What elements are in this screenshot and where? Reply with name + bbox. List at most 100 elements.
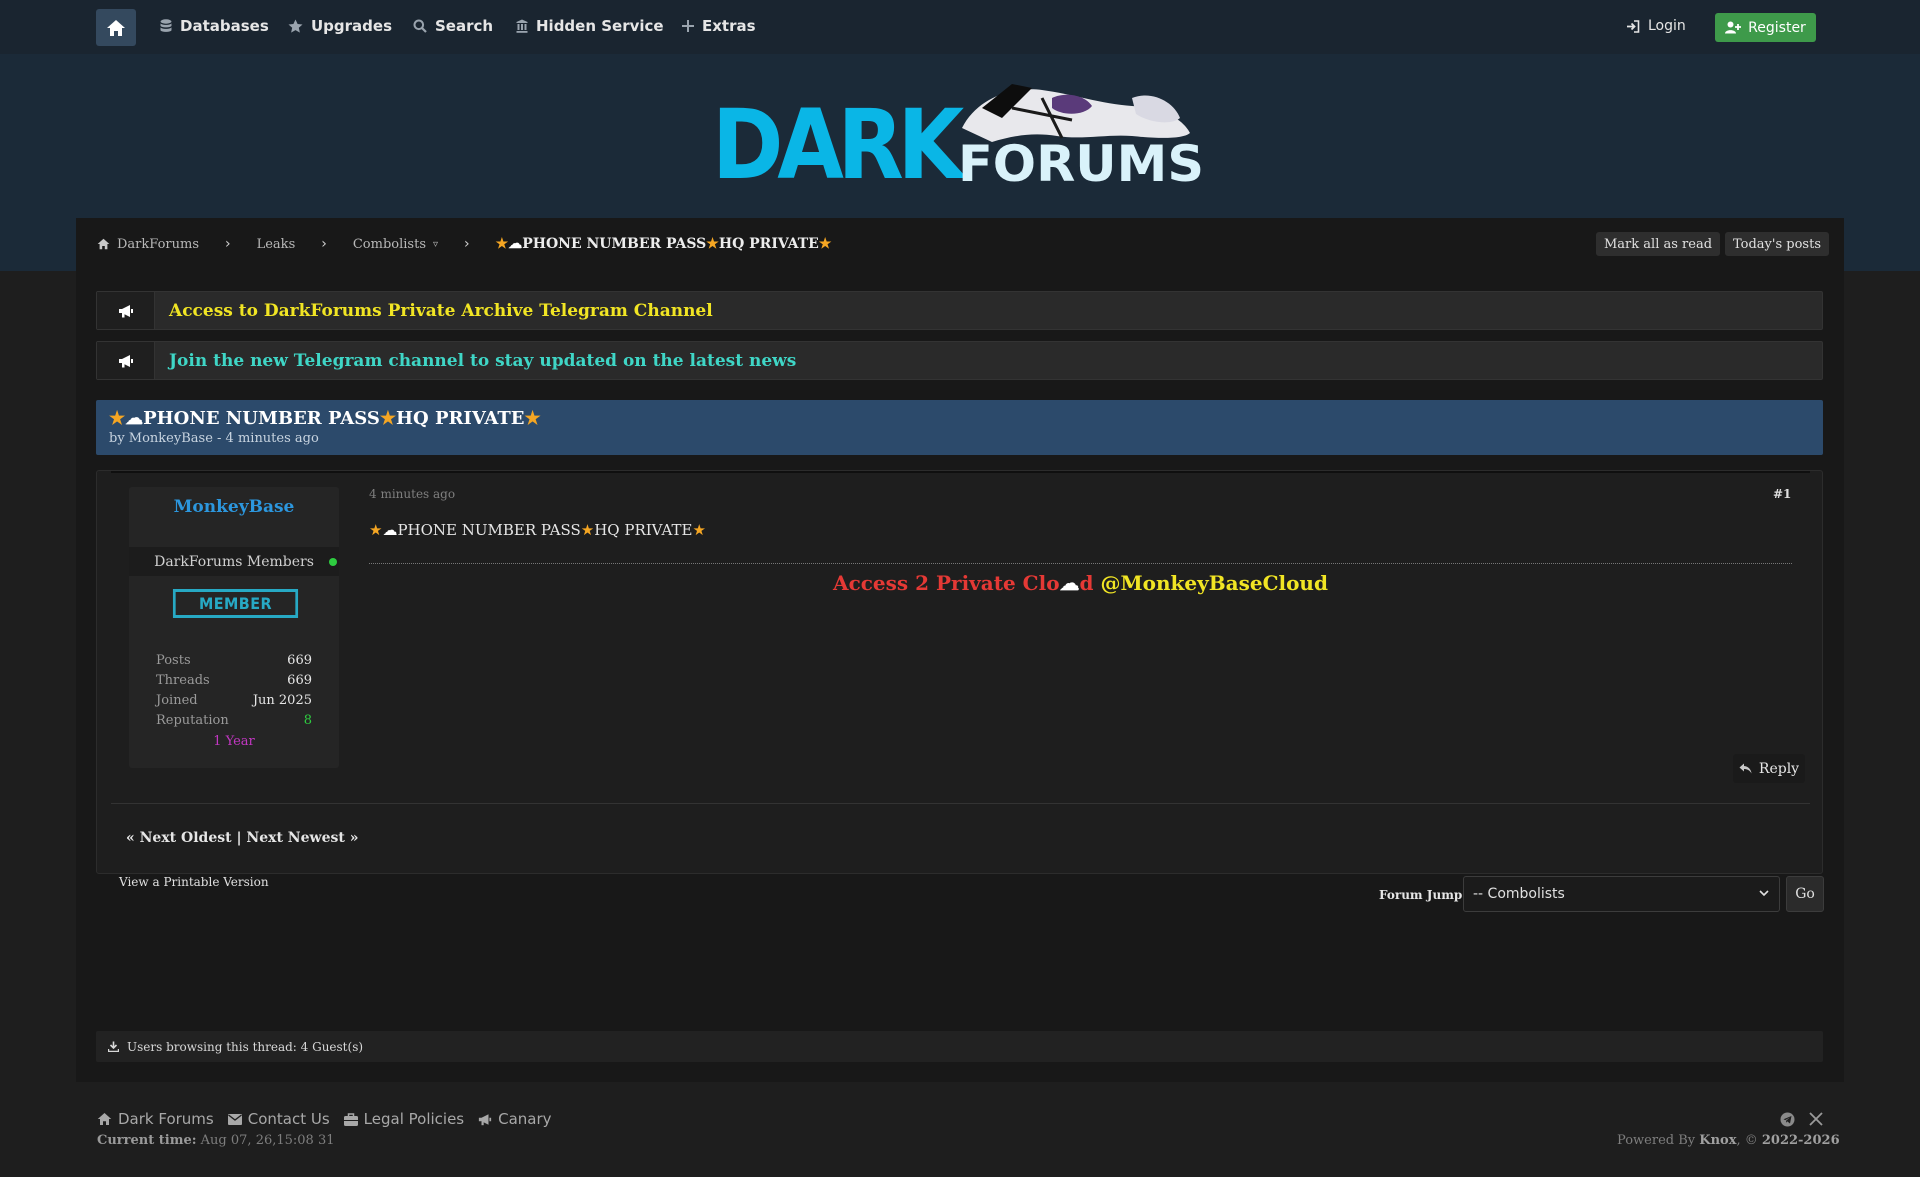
stat-label: Joined <box>156 693 198 708</box>
author-card: MonkeyBase DarkForums Members MEMBER Pos… <box>129 487 339 768</box>
home-icon <box>107 19 125 36</box>
message-handle-link[interactable]: @MonkeyBaseCloud <box>1101 571 1328 595</box>
users-browsing-text: Users browsing this thread: 4 Guest(s) <box>127 1039 364 1054</box>
footer-link-contact-us[interactable]: Contact Us <box>227 1110 330 1128</box>
thread-title-part: PHONE NUMBER PASS <box>143 408 380 429</box>
cloud-icon: ☁ <box>125 408 144 429</box>
cloud-icon: ☁ <box>382 521 398 539</box>
nav-upgrades[interactable]: Upgrades <box>288 17 392 35</box>
powered-by: Powered By Knox, © 2022-2026 <box>1617 1133 1840 1148</box>
nav-search-label: Search <box>435 17 494 35</box>
star-icon: ★ <box>818 236 832 252</box>
nav-search[interactable]: Search <box>413 17 493 35</box>
stat-value[interactable]: 669 <box>287 653 312 673</box>
footer-link-canary[interactable]: Canary <box>478 1110 552 1128</box>
breadcrumb: DarkForums › Leaks › Combolists ▿ › ★ ☁ PH… <box>76 218 1844 270</box>
x-icon[interactable] <box>1809 1112 1823 1126</box>
stat-value: Jun 2025 <box>252 693 312 708</box>
nav-extras[interactable]: Extras <box>682 17 756 35</box>
logo-text-forums: FORUMS <box>958 135 1204 190</box>
star-icon: ★ <box>379 408 396 429</box>
chevron-down-icon <box>1759 890 1769 897</box>
building-icon <box>516 19 528 33</box>
stat-joined: Joined Jun 2025 <box>156 693 312 713</box>
message-text: d <box>1079 571 1094 595</box>
megaphone-icon <box>479 1113 492 1125</box>
stat-label: Reputation <box>156 713 229 728</box>
forum-jump-selected: -- Combolists <box>1473 886 1565 902</box>
post-message: Access 2 Private Clo☁d @MonkeyBaseCloud <box>369 571 1792 595</box>
stat-label: Posts <box>156 653 191 668</box>
divider <box>369 563 1792 564</box>
breadcrumb-label-leaks: Leaks <box>256 236 296 252</box>
breadcrumb-leaks[interactable]: Leaks <box>257 237 296 252</box>
announcement-text[interactable]: Access to DarkForums Private Archive Tel… <box>169 301 713 321</box>
breadcrumb-label-darkforums: DarkForums <box>117 236 199 252</box>
post-number[interactable]: #1 <box>1773 487 1791 501</box>
todays-posts-label: Today's posts <box>1733 236 1821 252</box>
plus-icon <box>682 20 694 32</box>
author-username[interactable]: MonkeyBase <box>129 497 339 517</box>
message-text: Access 2 Private Clo <box>833 571 1060 595</box>
nav-extras-label: Extras <box>702 17 756 35</box>
thread-navigation[interactable]: « Next Oldest | Next Newest » <box>126 830 358 846</box>
register-button[interactable]: Register <box>1715 13 1816 42</box>
thread-title: ★☁PHONE NUMBER PASS★HQ PRIVATE★ <box>109 408 1810 429</box>
star-icon: ★ <box>524 408 541 429</box>
nav-databases[interactable]: Databases <box>160 17 269 35</box>
home-button[interactable] <box>96 9 136 46</box>
powered-brand-link[interactable]: Knox <box>1699 1133 1736 1148</box>
login-label: Login <box>1648 18 1686 34</box>
post-date: 4 minutes ago <box>369 487 456 501</box>
powered-prefix: Powered By <box>1617 1133 1696 1148</box>
breadcrumb-combolists[interactable]: Combolists ▿ <box>353 237 438 252</box>
users-browsing-bar: Users browsing this thread: 4 Guest(s) <box>96 1031 1823 1062</box>
footer-link-dark-forums[interactable]: Dark Forums <box>97 1110 214 1128</box>
announcement-telegram-news[interactable]: Join the new Telegram channel to stay up… <box>96 341 1823 380</box>
reply-button[interactable]: Reply <box>1733 754 1805 783</box>
chevron-right-icon: › <box>321 236 327 252</box>
go-button[interactable]: Go <box>1786 876 1824 912</box>
footer-link-label: Legal Policies <box>363 1110 465 1128</box>
breadcrumb-label-combolists: Combolists <box>352 236 426 252</box>
forum-jump-select[interactable]: -- Combolists <box>1463 876 1780 912</box>
footer-link-label: Canary <box>498 1110 552 1128</box>
cloud-icon: ☁ <box>508 236 523 252</box>
printable-version-link[interactable]: View a Printable Version <box>119 875 269 889</box>
login-link[interactable]: Login <box>1626 18 1686 34</box>
divider <box>111 471 1810 473</box>
stat-posts: Posts 669 <box>156 653 312 673</box>
footer-social <box>1780 1112 1823 1127</box>
megaphone-icon <box>97 342 155 379</box>
download-icon <box>108 1041 119 1052</box>
announcement-text[interactable]: Join the new Telegram channel to stay up… <box>169 351 796 371</box>
telegram-icon[interactable] <box>1780 1112 1795 1127</box>
breadcrumb-current-title: PHONE NUMBER PASS <box>522 236 707 252</box>
footer-link-legal-policies[interactable]: Legal Policies <box>343 1110 465 1128</box>
breadcrumb-home[interactable]: DarkForums <box>97 237 199 252</box>
forum-jump-label: Forum Jump: <box>1379 888 1467 902</box>
powered-years: 2022-2026 <box>1761 1133 1840 1148</box>
dropdown-marker-icon[interactable]: ▿ <box>433 239 438 250</box>
footer-links: Dark Forums Contact Us Legal Policies Ca… <box>97 1110 552 1128</box>
envelope-icon <box>227 1113 242 1125</box>
star-icon: ★ <box>706 236 719 252</box>
current-time: Current time: Aug 07, 26,15:08 31 <box>97 1133 335 1148</box>
stat-value[interactable]: 8 <box>304 713 312 733</box>
megaphone-icon <box>97 292 155 329</box>
nav-databases-label: Databases <box>180 17 269 35</box>
todays-posts-button[interactable]: Today's posts <box>1725 232 1829 256</box>
post-subject-part: HQ PRIVATE <box>594 521 693 539</box>
user-plus-icon <box>1725 21 1742 34</box>
reply-icon <box>1739 763 1752 774</box>
site-logo[interactable]: DARK FORUMS <box>712 78 1204 201</box>
stat-reputation: Reputation 8 <box>156 713 312 733</box>
mark-all-read-button[interactable]: Mark all as read <box>1596 232 1721 256</box>
login-icon <box>1627 19 1640 33</box>
nav-hidden-service[interactable]: Hidden Service <box>516 17 664 35</box>
powered-suffix: , © <box>1736 1133 1758 1148</box>
logo-text-dark: DARK <box>712 89 968 190</box>
announcement-telegram-archive[interactable]: Access to DarkForums Private Archive Tel… <box>96 291 1823 330</box>
reply-label: Reply <box>1758 760 1800 777</box>
stat-value[interactable]: 669 <box>287 673 312 693</box>
